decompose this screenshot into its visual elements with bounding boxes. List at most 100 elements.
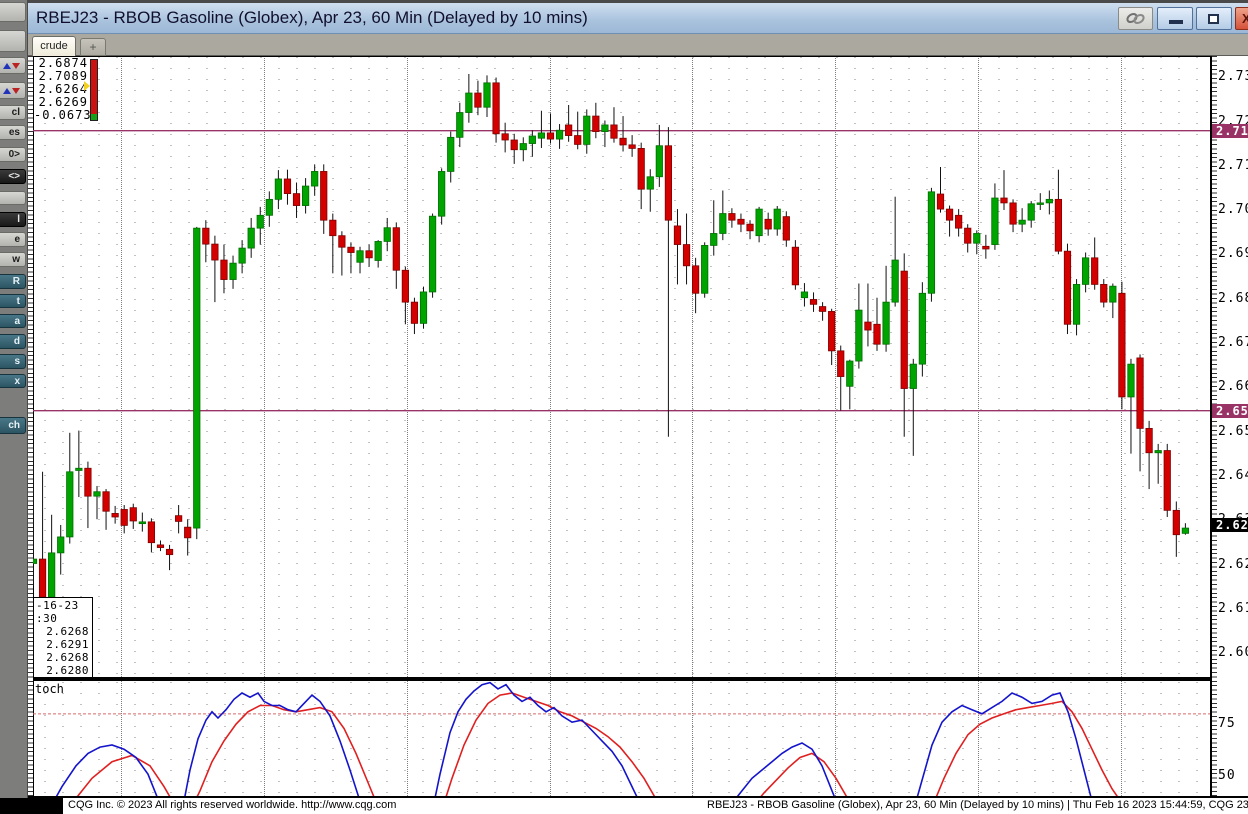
candle-body[interactable] xyxy=(891,259,899,303)
candle-body[interactable] xyxy=(637,148,645,190)
candle-body[interactable] xyxy=(93,491,101,497)
candle-body[interactable] xyxy=(565,124,573,136)
candle-body[interactable] xyxy=(692,265,700,294)
candle-body[interactable] xyxy=(338,235,346,248)
candle-body[interactable] xyxy=(392,227,400,271)
candle-body[interactable] xyxy=(1054,198,1063,252)
candle-body[interactable] xyxy=(818,306,827,312)
candle-body[interactable] xyxy=(764,218,772,230)
candle-body[interactable] xyxy=(1145,427,1153,454)
candle-body[interactable] xyxy=(1072,284,1081,325)
candle-body[interactable] xyxy=(175,515,183,522)
candle-body[interactable] xyxy=(719,213,727,234)
candle-body[interactable] xyxy=(927,191,936,294)
minimize-button[interactable] xyxy=(1157,7,1193,30)
candle-body[interactable] xyxy=(184,526,192,539)
candle-body[interactable] xyxy=(1118,292,1126,398)
sidebar-button-cl[interactable]: cl xyxy=(0,105,26,120)
candle-body[interactable] xyxy=(1000,197,1008,204)
sidebar-button-a[interactable]: a xyxy=(0,314,26,328)
candle-body[interactable] xyxy=(728,213,736,221)
sidebar-button-expand[interactable]: <> xyxy=(0,169,26,184)
candle-body[interactable] xyxy=(945,208,954,221)
candle-body[interactable] xyxy=(519,143,527,151)
candle-body[interactable] xyxy=(1045,198,1053,204)
candle-body[interactable] xyxy=(447,136,455,172)
candle-body[interactable] xyxy=(311,171,319,187)
candle-body[interactable] xyxy=(1172,509,1180,536)
candle-body[interactable] xyxy=(574,135,582,145)
candle-body[interactable] xyxy=(1009,202,1017,225)
candle-body[interactable] xyxy=(238,247,246,264)
title-bar[interactable]: RBEJ23 - RBOB Gasoline (Globex), Apr 23,… xyxy=(28,3,1248,34)
candle-body[interactable] xyxy=(75,467,83,471)
candle-body[interactable] xyxy=(1063,250,1072,325)
candle-body[interactable] xyxy=(1154,450,1162,454)
sidebar-scale-arrows-1[interactable] xyxy=(0,57,26,74)
sidebar-button-0[interactable]: 0> xyxy=(0,147,26,162)
sidebar-button-r[interactable]: R xyxy=(0,274,26,289)
candle-body[interactable] xyxy=(265,198,273,216)
candle-body[interactable] xyxy=(546,132,555,140)
candle-body[interactable] xyxy=(1181,527,1189,534)
candle-body[interactable] xyxy=(156,544,165,548)
candle-body[interactable] xyxy=(320,171,328,221)
add-tab-button[interactable]: + xyxy=(80,38,106,56)
candle-body[interactable] xyxy=(193,227,201,529)
maximize-button[interactable] xyxy=(1196,7,1232,30)
candle-body[interactable] xyxy=(401,269,409,303)
candle-body[interactable] xyxy=(501,133,509,141)
candle-body[interactable] xyxy=(837,350,845,377)
candle-body[interactable] xyxy=(356,250,364,263)
candle-body[interactable] xyxy=(864,321,872,331)
candle-body[interactable] xyxy=(882,301,890,345)
candle-body[interactable] xyxy=(655,145,663,178)
candle-body[interactable] xyxy=(773,208,781,230)
candle-body[interactable] xyxy=(710,233,718,246)
candle-body[interactable] xyxy=(419,291,428,324)
candle-body[interactable] xyxy=(1091,257,1099,285)
candle-body[interactable] xyxy=(619,137,627,146)
candle-body[interactable] xyxy=(701,245,709,294)
candle-body[interactable] xyxy=(147,521,156,544)
tab-crude[interactable]: crude xyxy=(32,36,76,56)
candle-body[interactable] xyxy=(274,178,282,200)
candle-body[interactable] xyxy=(465,92,473,113)
candle-body[interactable] xyxy=(456,112,464,138)
candle-body[interactable] xyxy=(129,507,137,522)
candle-body[interactable] xyxy=(973,233,981,244)
candle-body[interactable] xyxy=(592,115,600,132)
candle-body[interactable] xyxy=(846,360,854,387)
candle-body[interactable] xyxy=(1027,203,1035,221)
candle-body[interactable] xyxy=(955,214,963,229)
candle-body[interactable] xyxy=(510,139,518,151)
candle-body[interactable] xyxy=(120,509,128,526)
candle-body[interactable] xyxy=(374,241,382,261)
candle-body[interactable] xyxy=(1036,202,1044,205)
candle-body[interactable] xyxy=(1100,284,1108,303)
candle-body[interactable] xyxy=(936,193,945,210)
close-button[interactable]: X xyxy=(1235,7,1248,30)
candle-body[interactable] xyxy=(964,227,972,244)
candle-body[interactable] xyxy=(256,214,264,229)
candle-body[interactable] xyxy=(673,225,682,245)
candle-body[interactable] xyxy=(33,558,38,564)
candle-body[interactable] xyxy=(438,171,446,217)
candle-body[interactable] xyxy=(292,193,301,206)
candle-body[interactable] xyxy=(283,178,292,194)
candle-body[interactable] xyxy=(1082,257,1090,285)
candle-body[interactable] xyxy=(664,145,673,221)
sidebar-button-l[interactable]: l xyxy=(0,212,26,227)
candle-body[interactable] xyxy=(791,246,799,286)
candle-body[interactable] xyxy=(492,82,500,135)
candle-body[interactable] xyxy=(165,548,174,556)
candle-body[interactable] xyxy=(610,124,618,139)
candle-body[interactable] xyxy=(537,132,546,139)
candle-body[interactable] xyxy=(383,227,391,242)
candle-body[interactable] xyxy=(782,216,790,241)
candle-body[interactable] xyxy=(809,299,818,305)
candle-body[interactable] xyxy=(583,115,591,145)
candle-body[interactable] xyxy=(428,215,437,293)
candle-body[interactable] xyxy=(755,208,763,237)
sidebar-toolbar-stub-1[interactable] xyxy=(0,2,26,22)
